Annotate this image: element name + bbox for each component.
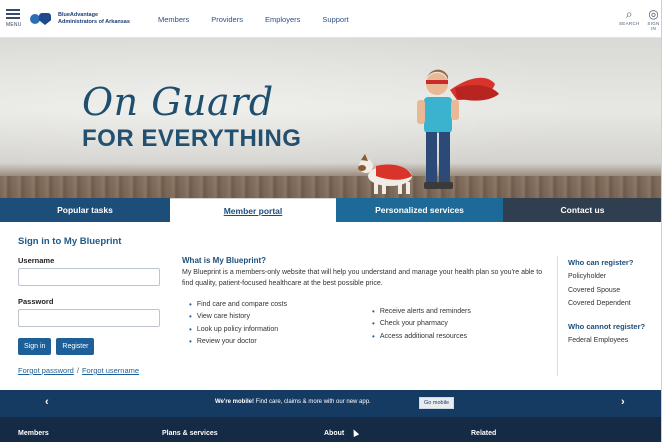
prev-arrow-icon[interactable]: ‹ [45, 396, 49, 408]
main-nav: Members Providers Employers Support [158, 15, 371, 24]
list-item: Policyholder [568, 273, 607, 280]
user-icon: ◎ [648, 7, 659, 21]
list-item: • Review your doctor [189, 337, 257, 347]
nav-employers[interactable]: Employers [265, 15, 300, 24]
list-item: • Look up policy information [189, 324, 279, 334]
dog-in-cape-illustration [358, 154, 412, 194]
menu-label: MENU [6, 22, 22, 28]
nav-providers[interactable]: Providers [211, 15, 243, 24]
nav-support[interactable]: Support [322, 15, 348, 24]
list-item: • Check your pharmacy [372, 319, 448, 329]
list-item: Federal Employees [568, 336, 629, 344]
sign-in-label: SIGN IN [647, 21, 660, 31]
password-input[interactable] [18, 309, 160, 327]
forgot-username-link[interactable]: Forgot username [82, 366, 139, 375]
username-input[interactable] [18, 268, 160, 286]
list-item: • Access additional resources [372, 331, 467, 341]
sign-in-submit-button[interactable]: Sign in [18, 338, 52, 355]
hero-banner: On Guard FOR EVERYTHING [0, 38, 662, 198]
footer-col-plans-services[interactable]: Plans & services [162, 430, 218, 437]
blueprint-info: What is My Blueprint? My Blueprint is a … [182, 256, 547, 289]
list-item: Covered Spouse [568, 286, 621, 294]
logo-line-2: Administrators of Arkansas [58, 18, 130, 25]
who-can-register-title: Who can register? [568, 258, 634, 267]
menu-button[interactable]: MENU [6, 8, 22, 30]
features-list-left: • Find care and compare costs • View care … [189, 298, 287, 348]
username-label: Username [18, 256, 55, 265]
sign-in-panel: Sign in to My Blueprint Username Passwor… [18, 236, 168, 375]
who-cannot-register-title: Who cannot register? [568, 321, 646, 331]
hero-subheadline: FOR EVERYTHING [82, 125, 302, 152]
hamburger-icon [6, 9, 20, 11]
list-item: • Find care and compare costs [189, 299, 288, 309]
link-separator: / [76, 366, 79, 375]
list-item: Covered Dependent [568, 300, 631, 307]
password-label: Password [18, 297, 54, 306]
tab-contact-us[interactable]: Contact us [503, 198, 662, 222]
divider [557, 256, 558, 376]
tab-member-portal[interactable]: Member portal [170, 198, 336, 222]
footer: Members Plans & services About Related [0, 417, 662, 442]
sign-in-button[interactable]: ◎ SIGN IN [645, 7, 662, 32]
tab-personalized-services[interactable]: Personalized services [336, 198, 503, 222]
search-label: SEARCH [619, 21, 640, 26]
top-header: MENU BlueAdvantage Administrators of Ark… [0, 0, 662, 38]
mobile-app-banner: ‹ We're mobile! Find care, claims & more… [0, 390, 662, 417]
sign-in-title: Sign in to My Blueprint [18, 236, 122, 247]
mobile-message: We're mobile! Find care, claims & more w… [215, 399, 371, 405]
search-icon: ⌕ [625, 7, 633, 21]
brand-logo[interactable]: BlueAdvantage Administrators of Arkansas [30, 12, 130, 25]
mobile-message-text: Find care, claims & more with our new ap… [255, 399, 371, 405]
next-arrow-icon[interactable]: › [621, 396, 625, 408]
registration-eligibility: Who can register? Policyholder Covered S… [568, 258, 660, 350]
hero-headline: On Guard [82, 80, 274, 124]
nav-members[interactable]: Members [158, 15, 189, 24]
info-description: My Blueprint is a members-only website t… [182, 269, 543, 287]
go-mobile-button[interactable]: Go mobile [419, 397, 455, 409]
footer-col-related[interactable]: Related [471, 430, 496, 437]
mobile-message-bold: We're mobile! [215, 399, 254, 405]
list-item: • Receive alerts and reminders [372, 306, 471, 316]
info-title: What is My Blueprint? [182, 256, 266, 265]
footer-col-about[interactable]: About [324, 430, 344, 437]
cross-shield-logo-icon [30, 12, 54, 25]
tab-popular-tasks[interactable]: Popular tasks [0, 198, 170, 222]
wood-floor [0, 176, 662, 198]
register-button[interactable]: Register [56, 338, 95, 355]
features-list-right: • Receive alerts and reminders • Check you… [372, 305, 471, 343]
footer-col-members[interactable]: Members [18, 430, 49, 437]
list-item: • View care history [189, 312, 250, 322]
search-button[interactable]: ⌕ SEARCH [619, 7, 640, 27]
forgot-password-link[interactable]: Forgot password [18, 366, 74, 375]
section-tabs: Popular tasks Member portal Personalized… [0, 198, 662, 222]
